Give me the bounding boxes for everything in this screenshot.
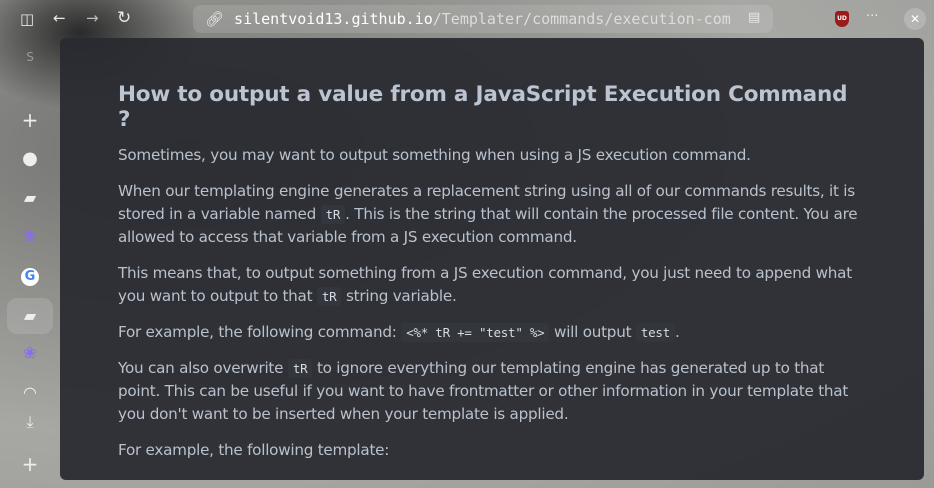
text: For example, the following command: (118, 323, 402, 341)
forward-button[interactable]: → (86, 9, 99, 27)
github-icon[interactable]: ● (0, 148, 60, 169)
text: . (674, 323, 680, 341)
google-glyph: G (21, 268, 39, 286)
markdown-book-icon[interactable]: ▰ (0, 188, 60, 207)
active-tab-markdown[interactable]: ▰ (7, 298, 53, 334)
markdown-book-icon: ▰ (23, 306, 37, 325)
more-menu-button[interactable]: ··· (866, 9, 878, 24)
paw-icon[interactable]: ❀ (0, 343, 60, 362)
paragraph-intro: Sometimes, you may want to output someth… (118, 146, 751, 164)
add-icon[interactable]: + (0, 452, 60, 476)
download-icon[interactable]: ⤓ (0, 412, 60, 432)
close-button[interactable]: ✕ (904, 8, 926, 30)
back-button[interactable]: ← (53, 9, 66, 27)
inline-code: <%* tR += "test" %> (401, 323, 550, 342)
new-tab-icon[interactable]: + (0, 108, 60, 132)
paragraph-append: This means that, to output something fro… (118, 262, 866, 308)
browser-toolbar: ◫ ← → ↻ 🔗︎ silentvoid13.github.io/Templa… (0, 0, 934, 38)
text: This means that, to output something fro… (118, 264, 852, 305)
inline-code: tR (320, 205, 346, 224)
paragraph-overwrite: You can also overwrite tR to ignore ever… (118, 357, 866, 426)
paragraph-template-example: For example, the following template: (118, 441, 390, 459)
text: will output (549, 323, 636, 341)
sidebar: S + ● ▰ ❀ G ▰ ❀ ◠ ⤓ + (0, 38, 60, 488)
ublock-extension-icon[interactable]: UD (835, 11, 849, 27)
url-path: /Templater/commands/execution-com (432, 10, 731, 28)
loading-arc-icon[interactable]: ◠ (0, 383, 60, 402)
inline-code: tR (287, 359, 313, 378)
space-indicator[interactable]: S (0, 50, 60, 64)
url-host: silentvoid13.github.io (234, 10, 433, 28)
inline-code: test (635, 323, 675, 342)
text: string variable. (341, 287, 457, 305)
paragraph-tr-variable: When our templating engine generates a r… (118, 180, 866, 249)
inline-code: tR (316, 287, 342, 306)
page-title: How to output a value from a JavaScript … (118, 82, 848, 132)
paragraph-example: For example, the following command: <%* … (118, 321, 866, 344)
page-content: How to output a value from a JavaScript … (60, 38, 924, 480)
link-icon: 🔗︎ (205, 10, 225, 28)
sidebar-toggle-icon[interactable]: ◫ (20, 10, 34, 28)
reload-button[interactable]: ↻ (117, 8, 131, 28)
paw-icon[interactable]: ❀ (0, 226, 60, 245)
address-bar[interactable]: 🔗︎ silentvoid13.github.io/Templater/comm… (193, 5, 773, 33)
google-icon[interactable]: G (0, 265, 60, 286)
text: You can also overwrite (118, 359, 288, 377)
reader-mode-icon[interactable]: ▤ (748, 10, 760, 25)
